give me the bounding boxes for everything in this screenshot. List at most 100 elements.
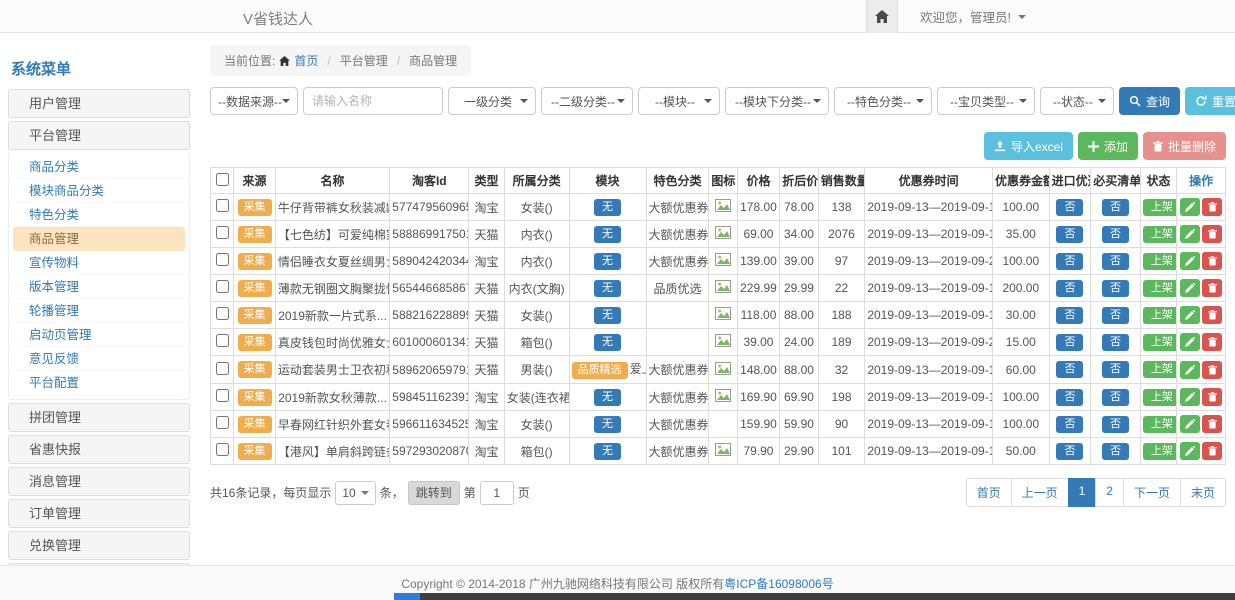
row-checkbox[interactable]: [216, 199, 229, 212]
delete-button[interactable]: [1202, 442, 1222, 460]
filter-select[interactable]: 一级分类: [448, 87, 536, 115]
must-buy-toggle[interactable]: 否: [1102, 389, 1129, 406]
edit-button[interactable]: [1180, 198, 1200, 216]
import-select-toggle[interactable]: 否: [1056, 334, 1083, 351]
row-checkbox[interactable]: [216, 334, 229, 347]
edit-button[interactable]: [1180, 306, 1200, 324]
sidebar-section-header[interactable]: 拼团管理: [8, 403, 190, 432]
edit-button[interactable]: [1180, 252, 1200, 270]
row-checkbox[interactable]: [216, 253, 229, 266]
status-toggle[interactable]: 上架: [1143, 199, 1177, 216]
delete-button[interactable]: [1202, 252, 1222, 270]
delete-button[interactable]: [1202, 333, 1222, 351]
jump-page-input[interactable]: [480, 481, 514, 505]
import-select-toggle[interactable]: 否: [1056, 280, 1083, 297]
filter-select[interactable]: --宝贝类型--: [937, 87, 1035, 115]
import-select-toggle[interactable]: 否: [1056, 253, 1083, 270]
sidebar-section-header[interactable]: 订单管理: [8, 499, 190, 528]
must-buy-toggle[interactable]: 否: [1102, 307, 1129, 324]
delete-button[interactable]: [1202, 361, 1222, 379]
per-page-select[interactable]: 10: [335, 481, 375, 505]
batch-delete-button[interactable]: 批量删除: [1143, 132, 1226, 160]
sidebar-subitem[interactable]: 商品分类: [13, 155, 185, 179]
edit-button[interactable]: [1180, 415, 1200, 433]
delete-button[interactable]: [1202, 306, 1222, 324]
import-select-toggle[interactable]: 否: [1056, 307, 1083, 324]
row-checkbox[interactable]: [216, 307, 229, 320]
must-buy-toggle[interactable]: 否: [1102, 334, 1129, 351]
sidebar-section-header[interactable]: 用户管理: [8, 89, 190, 118]
import-select-toggle[interactable]: 否: [1056, 443, 1083, 460]
filter-select[interactable]: --状态--: [1040, 87, 1114, 115]
pager-button[interactable]: 1: [1068, 478, 1097, 507]
import-select-toggle[interactable]: 否: [1056, 416, 1083, 433]
filter-select[interactable]: --模块下分类--: [725, 87, 829, 115]
pager-button[interactable]: 下一页: [1123, 478, 1181, 507]
delete-button[interactable]: [1202, 279, 1222, 297]
sidebar-section-header[interactable]: 消息管理: [8, 467, 190, 496]
status-toggle[interactable]: 上架: [1143, 253, 1177, 270]
status-toggle[interactable]: 上架: [1143, 389, 1177, 406]
edit-button[interactable]: [1180, 388, 1200, 406]
sidebar-subitem[interactable]: 意见反馈: [13, 347, 185, 371]
sidebar-subitem[interactable]: 特色分类: [13, 203, 185, 227]
sidebar-subitem[interactable]: 商品管理: [13, 227, 185, 251]
home-button[interactable]: [866, 0, 898, 33]
status-toggle[interactable]: 上架: [1143, 361, 1177, 378]
add-button[interactable]: 添加: [1078, 132, 1138, 160]
sidebar-section-header[interactable]: 平台管理: [8, 121, 190, 150]
pager-button[interactable]: 末页: [1180, 478, 1226, 507]
row-checkbox[interactable]: [216, 443, 229, 456]
user-menu[interactable]: 欢迎您，管理员!: [898, 7, 1026, 26]
icp-link[interactable]: 粤ICP备16098006号: [724, 575, 833, 592]
status-toggle[interactable]: 上架: [1143, 416, 1177, 433]
delete-button[interactable]: [1202, 415, 1222, 433]
row-checkbox[interactable]: [216, 280, 229, 293]
pager-button[interactable]: 上一页: [1011, 478, 1069, 507]
filter-select[interactable]: --特色分类--: [834, 87, 932, 115]
edit-button[interactable]: [1180, 442, 1200, 460]
row-checkbox[interactable]: [216, 226, 229, 239]
sidebar-subitem[interactable]: 版本管理: [13, 275, 185, 299]
must-buy-toggle[interactable]: 否: [1102, 199, 1129, 216]
filter-select[interactable]: --二级分类--: [541, 87, 633, 115]
must-buy-toggle[interactable]: 否: [1102, 361, 1129, 378]
import-select-toggle[interactable]: 否: [1056, 361, 1083, 378]
import-select-toggle[interactable]: 否: [1056, 226, 1083, 243]
sidebar-subitem[interactable]: 宣传物料: [13, 251, 185, 275]
delete-button[interactable]: [1202, 388, 1222, 406]
edit-button[interactable]: [1180, 361, 1200, 379]
status-toggle[interactable]: 上架: [1143, 226, 1177, 243]
import-excel-button[interactable]: 导入excel: [984, 132, 1073, 160]
edit-button[interactable]: [1180, 279, 1200, 297]
sidebar-subitem[interactable]: 启动页管理: [13, 323, 185, 347]
reset-button[interactable]: 重置: [1185, 87, 1235, 115]
sidebar-subitem[interactable]: 轮播管理: [13, 299, 185, 323]
search-button[interactable]: 查询: [1119, 87, 1180, 115]
row-checkbox[interactable]: [216, 362, 229, 375]
edit-button[interactable]: [1180, 225, 1200, 243]
sidebar-section-header[interactable]: 省惠快报: [8, 435, 190, 464]
filter-select[interactable]: --模块--: [638, 87, 720, 115]
import-select-toggle[interactable]: 否: [1056, 389, 1083, 406]
edit-button[interactable]: [1180, 333, 1200, 351]
status-toggle[interactable]: 上架: [1143, 443, 1177, 460]
pager-button[interactable]: 首页: [966, 478, 1012, 507]
row-checkbox[interactable]: [216, 389, 229, 402]
sidebar-subitem[interactable]: 模块商品分类: [13, 179, 185, 203]
import-select-toggle[interactable]: 否: [1056, 199, 1083, 216]
must-buy-toggle[interactable]: 否: [1102, 443, 1129, 460]
filter-select[interactable]: --数据来源--: [210, 87, 298, 115]
status-toggle[interactable]: 上架: [1143, 307, 1177, 324]
sidebar-section-header[interactable]: 兑换管理: [8, 531, 190, 560]
row-checkbox[interactable]: [216, 416, 229, 429]
status-toggle[interactable]: 上架: [1143, 334, 1177, 351]
status-toggle[interactable]: 上架: [1143, 280, 1177, 297]
delete-button[interactable]: [1202, 225, 1222, 243]
pager-button[interactable]: 2: [1095, 478, 1124, 507]
name-search-input[interactable]: [303, 87, 443, 115]
delete-button[interactable]: [1202, 198, 1222, 216]
must-buy-toggle[interactable]: 否: [1102, 253, 1129, 270]
must-buy-toggle[interactable]: 否: [1102, 280, 1129, 297]
must-buy-toggle[interactable]: 否: [1102, 226, 1129, 243]
